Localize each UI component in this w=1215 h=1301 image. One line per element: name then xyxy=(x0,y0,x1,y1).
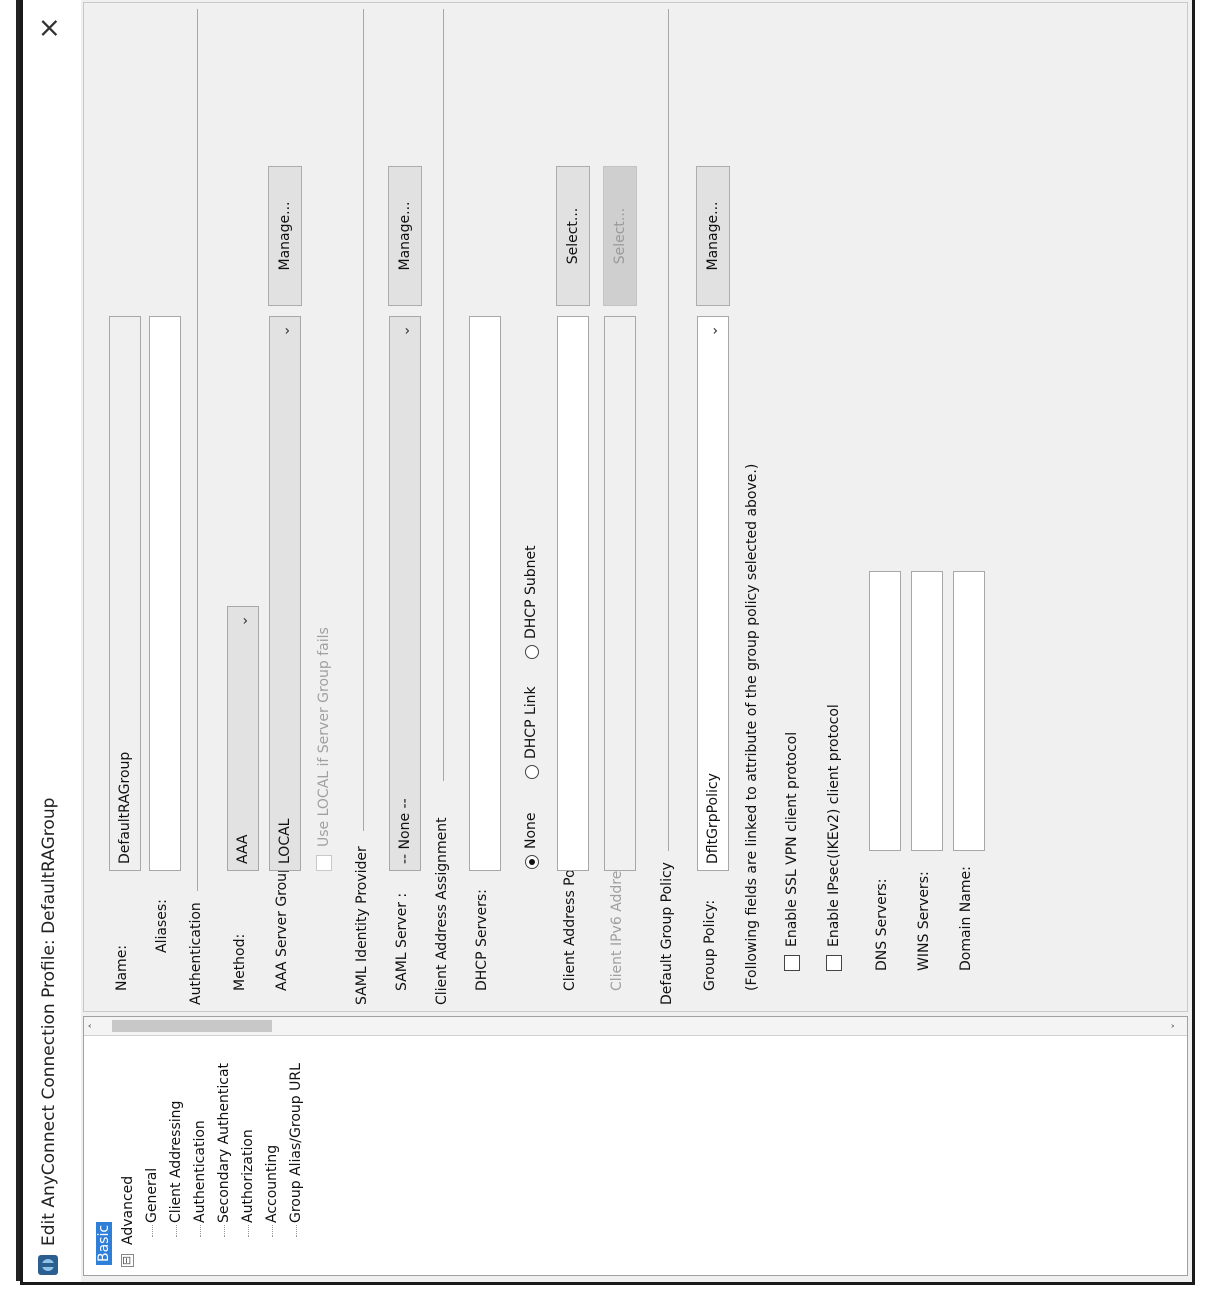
nav-item-label: Basic xyxy=(96,1221,112,1265)
scroll-thumb[interactable] xyxy=(112,1020,272,1032)
chevron-down-icon: ⌄ xyxy=(277,325,293,337)
saml-server-dropdown[interactable]: -- None -- ⌄ xyxy=(389,316,421,871)
method-label: Method: xyxy=(232,933,248,991)
name-field[interactable]: DefaultRAGroup xyxy=(109,316,141,871)
method-dropdown[interactable]: AAA ⌄ xyxy=(227,606,259,871)
nav-item-general[interactable]: General xyxy=(140,1021,164,1271)
select-ipv6-pools-button[interactable]: Select... xyxy=(603,166,637,306)
section-divider xyxy=(443,9,444,781)
chevron-down-icon: ⌄ xyxy=(397,325,413,337)
close-icon: × xyxy=(32,16,65,40)
nav-item-basic[interactable]: Basic xyxy=(92,1021,116,1271)
radio-dhcp-subnet-label: DHCP Subnet xyxy=(523,545,539,639)
aaa-server-group-value: LOCAL xyxy=(277,818,293,864)
nav-item-authorization[interactable]: Authorization xyxy=(236,1021,260,1271)
aaa-server-group-label: AAA Server Group: xyxy=(274,859,290,991)
client-address-section-title: Client Address Assignment xyxy=(434,817,450,1005)
navigation-tree: Basic ⊟ Advanced General Client Addressi… xyxy=(83,1016,1188,1276)
saml-server-value: -- None -- xyxy=(397,798,413,864)
content-panel: Name: DefaultRAGroup Aliases: Authentica… xyxy=(83,2,1188,1012)
scroll-down-icon[interactable]: ˅ xyxy=(1167,1017,1187,1035)
dialog-title: Edit AnyConnect Connection Profile: Defa… xyxy=(39,797,59,1246)
nav-item-client-addressing[interactable]: Client Addressing xyxy=(164,1021,188,1271)
nav-scrollbar[interactable]: ˄ ˅ xyxy=(84,1017,1187,1036)
edit-connection-profile-dialog: Edit AnyConnect Connection Profile: Defa… xyxy=(20,0,1195,1285)
chevron-down-icon: ⌄ xyxy=(235,615,251,627)
manage-saml-button[interactable]: Manage... xyxy=(388,166,422,306)
nav-item-group-alias-url[interactable]: Group Alias/Group URL xyxy=(284,1021,308,1271)
group-policy-label: Group Policy: xyxy=(702,899,718,991)
domain-name-field[interactable] xyxy=(953,571,985,851)
scroll-up-icon[interactable]: ˄ xyxy=(84,1017,104,1035)
section-divider xyxy=(197,9,198,891)
radio-dhcp-link-label: DHCP Link xyxy=(523,686,539,759)
nav-item-label: Authorization xyxy=(240,1129,256,1223)
group-policy-value: DfltGrpPolicy xyxy=(705,773,721,864)
ipsec-label: Enable IPsec(IKEv2) client protocol xyxy=(826,704,842,947)
manage-group-policy-button[interactable]: Manage... xyxy=(696,166,730,306)
screen: Edit AnyConnect Connection Profile: Defa… xyxy=(0,0,1215,1301)
group-policy-section-title: Default Group Policy xyxy=(659,862,675,1005)
section-divider xyxy=(668,9,669,851)
dhcp-servers-field[interactable] xyxy=(469,316,501,871)
chevron-down-icon: ⌄ xyxy=(705,325,721,337)
nav-item-secondary-authentication[interactable]: Secondary Authenticat xyxy=(212,1021,236,1271)
wins-servers-field[interactable] xyxy=(911,571,943,851)
radio-dhcp-link[interactable] xyxy=(525,765,539,779)
radio-dhcp-subnet[interactable] xyxy=(525,645,539,659)
select-pools-button[interactable]: Select... xyxy=(556,166,590,306)
client-address-pools-field[interactable] xyxy=(557,316,589,871)
dns-servers-label: DNS Servers: xyxy=(874,878,890,971)
nav-item-label: Group Alias/Group URL xyxy=(288,1063,304,1223)
nav-item-label: Client Addressing xyxy=(168,1100,184,1223)
name-label: Name: xyxy=(114,944,130,991)
use-local-label: Use LOCAL if Server Group fails xyxy=(316,627,332,847)
authentication-section-title: Authentication xyxy=(188,902,204,1005)
manage-aaa-button[interactable]: Manage... xyxy=(268,166,302,306)
nav-item-label: General xyxy=(144,1167,160,1223)
nav-item-label: Authentication xyxy=(192,1120,208,1223)
nav-item-label: Accounting xyxy=(264,1144,280,1223)
radio-none-label: None xyxy=(523,812,539,849)
saml-server-label: SAML Server : xyxy=(394,892,410,991)
aliases-field[interactable] xyxy=(149,316,181,871)
ipv6-pools-field[interactable] xyxy=(604,316,636,871)
title-bar: Edit AnyConnect Connection Profile: Defa… xyxy=(23,0,81,1282)
aaa-server-group-dropdown[interactable]: LOCAL ⌄ xyxy=(269,316,301,871)
method-value: AAA xyxy=(235,834,251,864)
dns-servers-field[interactable] xyxy=(869,571,901,851)
nav-item-authentication[interactable]: Authentication xyxy=(188,1021,212,1271)
nav-item-label: Secondary Authenticat xyxy=(216,1062,232,1223)
use-local-checkbox[interactable] xyxy=(316,855,332,871)
radio-none[interactable] xyxy=(525,855,539,869)
group-policy-dropdown[interactable]: DfltGrpPolicy ⌄ xyxy=(697,316,729,871)
ssl-vpn-checkbox[interactable] xyxy=(784,955,800,971)
nav-item-label: Advanced xyxy=(120,1175,136,1245)
section-divider xyxy=(363,9,364,831)
app-icon xyxy=(38,1255,58,1275)
collapse-icon[interactable]: ⊟ xyxy=(120,1254,134,1267)
aliases-label: Aliases: xyxy=(154,899,170,953)
ipsec-checkbox[interactable] xyxy=(826,955,842,971)
wins-servers-label: WINS Servers: xyxy=(916,871,932,971)
domain-name-label: Domain Name: xyxy=(958,866,974,971)
saml-section-title: SAML Identity Provider xyxy=(354,846,370,1005)
linked-fields-note: (Following fields are linked to attribut… xyxy=(744,463,760,991)
nav-item-accounting[interactable]: Accounting xyxy=(260,1021,284,1271)
nav-item-advanced[interactable]: ⊟ Advanced xyxy=(116,1021,140,1271)
ssl-vpn-label: Enable SSL VPN client protocol xyxy=(784,731,800,947)
dhcp-servers-label: DHCP Servers: xyxy=(474,889,490,991)
close-button[interactable]: × xyxy=(29,8,69,48)
